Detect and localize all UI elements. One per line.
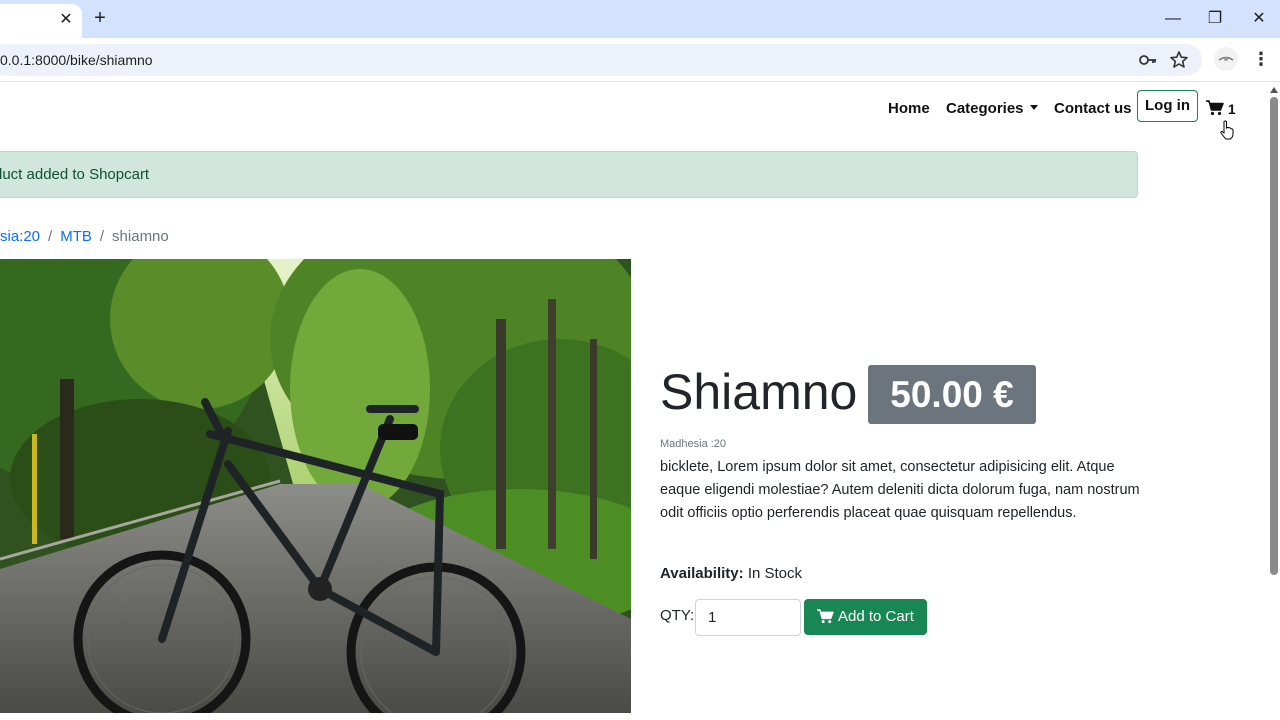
- scroll-thumb[interactable]: [1270, 97, 1278, 575]
- tab-close-icon[interactable]: ✕: [56, 10, 76, 30]
- availability: Availability: In Stock: [660, 565, 802, 582]
- browser-tabstrip: ✕ + — ❐ ✕: [0, 0, 1280, 38]
- profile-avatar-icon[interactable]: [1214, 47, 1238, 71]
- restore-button[interactable]: ❐: [1203, 8, 1227, 30]
- browser-tab[interactable]: ✕: [0, 4, 82, 38]
- product-category: Madhesia :20: [660, 438, 727, 450]
- login-button[interactable]: Log in: [1137, 90, 1198, 122]
- shopping-cart-icon: [817, 609, 834, 624]
- alert-message: luct added to Shopcart: [0, 166, 150, 183]
- success-alert: luct added to Shopcart: [0, 151, 1138, 198]
- bookmark-star-icon[interactable]: [1169, 50, 1189, 70]
- availability-label: Availability:: [660, 565, 744, 582]
- breadcrumb-separator: /: [48, 228, 53, 245]
- add-to-cart-label: Add to Cart: [838, 608, 914, 625]
- nav-categories-dropdown[interactable]: Categories: [946, 100, 1038, 117]
- cart-link[interactable]: 1: [1206, 100, 1236, 117]
- url-text[interactable]: 0.0.1:8000/bike/shiamno: [0, 44, 153, 76]
- breadcrumb-separator: /: [99, 228, 105, 245]
- cart-count: 1: [1227, 101, 1236, 117]
- page-viewport: Home Categories Contact us Log in 1 luct…: [0, 83, 1268, 720]
- nav-categories-label: Categories: [946, 100, 1024, 117]
- new-tab-button[interactable]: +: [90, 8, 110, 28]
- quantity-input[interactable]: [695, 599, 801, 636]
- minimize-button[interactable]: —: [1161, 8, 1185, 30]
- scrollbar[interactable]: [1268, 83, 1280, 720]
- scroll-up-arrow-icon[interactable]: [1270, 87, 1278, 93]
- breadcrumb-category-link[interactable]: sia:20: [0, 228, 40, 245]
- chevron-down-icon: [1029, 105, 1038, 110]
- availability-value: In Stock: [747, 565, 803, 582]
- hand-cursor-icon: [1220, 120, 1234, 140]
- breadcrumb: sia:20 / MTB / shiamno: [0, 228, 169, 245]
- nav-home-link[interactable]: Home: [888, 100, 930, 117]
- breadcrumb-mtb-link[interactable]: MTB: [60, 228, 92, 245]
- breadcrumb-current: shiamno: [112, 228, 169, 245]
- qty-label: QTY:: [660, 607, 695, 624]
- navbar: Home Categories Contact us Log in 1: [0, 83, 1268, 140]
- add-to-cart-button[interactable]: Add to Cart: [804, 599, 927, 635]
- shopping-cart-icon: [1206, 100, 1224, 116]
- address-bar[interactable]: 0.0.1:8000/bike/shiamno: [0, 44, 1202, 76]
- browser-menu-icon[interactable]: ⋮: [1252, 48, 1270, 72]
- product-image: [0, 259, 631, 713]
- close-window-button[interactable]: ✕: [1247, 8, 1271, 30]
- key-icon[interactable]: [1138, 50, 1158, 70]
- browser-toolbar: 0.0.1:8000/bike/shiamno ⋮: [0, 38, 1280, 82]
- product-title: Shiamno: [660, 364, 858, 420]
- nav-contact-link[interactable]: Contact us: [1054, 100, 1132, 117]
- product-description: bicklete, Lorem ipsum dolor sit amet, co…: [660, 459, 1140, 521]
- price-badge: 50.00 €: [868, 365, 1036, 424]
